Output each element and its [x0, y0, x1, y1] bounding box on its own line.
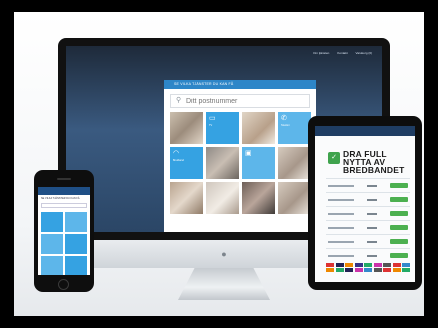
mobile-tile[interactable]	[41, 234, 63, 254]
ipad-screen: ✓ DRA FULL NYTTA AV BREDBANDET	[315, 126, 415, 282]
tv-icon: ▭	[209, 115, 216, 122]
iphone-screen: SE VILKA TJÄNSTER DU KAN FÅ	[38, 187, 90, 275]
offer-cta-button[interactable]	[390, 253, 408, 258]
channel-logo	[383, 268, 391, 272]
offer-cta-button[interactable]	[390, 239, 408, 244]
service-tile[interactable]: ✆ Telefoni	[278, 112, 311, 144]
lock-icon: ▣	[245, 150, 252, 157]
ipad-device: ✓ DRA FULL NYTTA AV BREDBANDET	[308, 116, 422, 290]
offer-name	[328, 226, 354, 229]
mobile-tile[interactable]	[41, 256, 63, 275]
mobile-tile[interactable]	[65, 256, 87, 275]
tile-label: Bredband	[173, 159, 184, 162]
offer-name	[328, 254, 354, 257]
offer-price	[367, 240, 377, 243]
panel-title: SE VILKA TJÄNSTER DU KAN FÅ	[164, 80, 316, 89]
tile-label: TV	[209, 124, 213, 127]
offer-row	[326, 192, 410, 206]
offer-cta-button[interactable]	[390, 183, 408, 188]
channel-logo	[326, 263, 334, 267]
postcode-search[interactable]: ⚲	[170, 94, 310, 108]
channel-logo	[345, 268, 353, 272]
tile-label: Telefoni	[281, 124, 290, 127]
service-finder-panel: SE VILKA TJÄNSTER DU KAN FÅ ⚲ ▭ TV ✆ Telefo…	[164, 80, 316, 232]
offer-row	[326, 206, 410, 220]
iphone-device: SE VILKA TJÄNSTER DU KAN FÅ	[34, 170, 94, 292]
channel-logo	[383, 263, 391, 267]
offer-cta-button[interactable]	[390, 211, 408, 216]
device-showcase: Om tjänsten Kontakt Varukorg (0) SE VILK…	[14, 12, 424, 316]
offer-price	[367, 184, 377, 187]
offer-row	[326, 248, 410, 262]
logo-icon: ✓	[328, 152, 340, 164]
home-button[interactable]	[58, 279, 69, 290]
tablet-topbar	[315, 126, 415, 136]
postcode-input[interactable]	[186, 97, 286, 105]
channel-logo	[326, 268, 334, 272]
channel-logo	[354, 263, 363, 267]
offer-price	[367, 254, 377, 257]
channel-logo	[335, 268, 344, 272]
offer-row	[326, 234, 410, 248]
wifi-icon: ◠	[173, 150, 180, 157]
channel-logo	[373, 263, 382, 267]
mobile-tile[interactable]	[41, 212, 63, 232]
phone-icon: ✆	[281, 115, 287, 122]
channel-logo	[392, 263, 401, 267]
mobile-tile[interactable]	[65, 234, 87, 254]
service-tile[interactable]	[206, 147, 239, 179]
service-tiles: ▭ TV ✆ Telefoni ◠ Bredband ▣	[170, 112, 311, 214]
channel-logo	[392, 268, 401, 272]
offer-name	[328, 212, 354, 215]
channel-logo	[402, 263, 410, 267]
service-tile[interactable]: ▭ TV	[206, 112, 239, 144]
imac-stand	[178, 268, 270, 300]
channel-logo	[354, 268, 363, 272]
mobile-search-input[interactable]	[41, 203, 87, 208]
offer-cta-button[interactable]	[390, 197, 408, 202]
offer-list	[326, 178, 410, 262]
service-tile[interactable]	[170, 112, 203, 144]
offer-row	[326, 220, 410, 234]
offer-row	[326, 178, 410, 192]
service-tile[interactable]	[206, 182, 239, 214]
service-tile[interactable]	[278, 147, 311, 179]
offer-name	[328, 240, 354, 243]
offer-cta-button[interactable]	[390, 225, 408, 230]
channel-logo	[345, 263, 353, 267]
service-tile[interactable]	[278, 182, 311, 214]
location-pin-icon: ⚲	[176, 97, 182, 104]
nav-link[interactable]: Kontakt	[337, 51, 347, 55]
offer-name	[328, 198, 354, 201]
apple-logo-icon: ●	[221, 249, 227, 259]
service-tile[interactable]	[242, 112, 275, 144]
service-tile[interactable]: ◠ Bredband	[170, 147, 203, 179]
nav-link[interactable]: Om tjänsten	[313, 51, 329, 55]
nav-link[interactable]: Varukorg (0)	[356, 51, 372, 55]
offer-price	[367, 226, 377, 229]
service-tile[interactable]	[242, 182, 275, 214]
mobile-tile[interactable]	[65, 212, 87, 232]
service-tile[interactable]: ▣	[242, 147, 275, 179]
offer-name	[328, 184, 354, 187]
offer-price	[367, 198, 377, 201]
service-tile[interactable]	[170, 182, 203, 214]
channel-logo	[335, 263, 344, 267]
channel-logo	[373, 268, 382, 272]
offer-price	[367, 212, 377, 215]
channel-logo	[364, 268, 372, 272]
speaker	[57, 178, 71, 180]
channel-logo	[364, 263, 372, 267]
channel-logo	[402, 268, 410, 272]
mobile-tiles	[41, 212, 87, 275]
mobile-topbar	[38, 187, 90, 195]
ad-headline: DRA FULL NYTTA AV BREDBANDET	[343, 149, 405, 175]
channel-logos	[326, 263, 410, 272]
mobile-title: SE VILKA TJÄNSTER DU KAN FÅ	[41, 197, 80, 200]
top-nav: Om tjänsten Kontakt Varukorg (0)	[313, 51, 372, 55]
